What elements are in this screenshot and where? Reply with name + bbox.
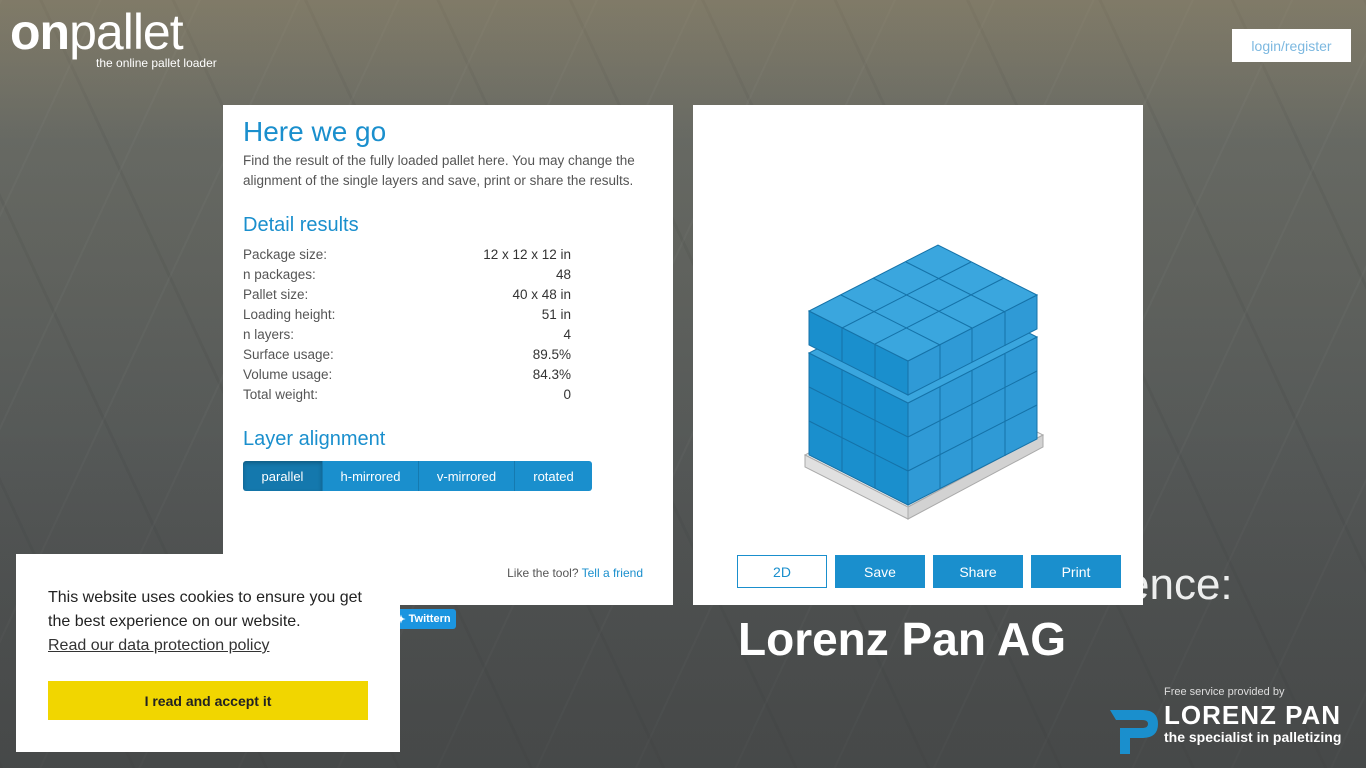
result-label: Loading height: [243,307,336,322]
result-value: 84.3% [532,367,571,382]
result-value: 0 [563,387,571,402]
site-logo[interactable]: onpallet the online pallet loader [10,4,217,70]
result-label: Pallet size: [243,287,309,302]
background-headline: Lorenz Pan AG [738,613,1066,665]
result-value: 12 x 12 x 12 in [483,247,571,262]
layer-alignment-heading: Layer alignment [243,428,386,450]
alignment-h-mirrored-button[interactable]: h-mirrored [323,461,419,491]
lorenz-pan-logo-icon [1110,710,1158,754]
logo-bold: on [10,4,70,60]
result-row: Total weight: 0 [243,385,571,405]
results-panel: Here we go Find the result of the fully … [223,105,673,605]
print-button[interactable]: Print [1031,555,1121,588]
result-label: n layers: [243,327,295,342]
alignment-parallel-button[interactable]: parallel [243,461,323,491]
share-prompt: Like the tool? Tell a friend [507,566,643,580]
save-button[interactable]: Save [835,555,925,588]
detail-results-heading: Detail results [243,214,359,236]
result-value: 51 in [541,307,571,322]
cookie-banner: This website uses cookies to ensure you … [16,554,400,752]
background-roof [0,0,1366,140]
data-protection-link[interactable]: Read our data protection policy [48,637,368,655]
result-label: Surface usage: [243,347,334,362]
cookie-accept-button[interactable]: I read and accept it [48,681,368,720]
detail-results-list: Package size: 12 x 12 x 12 in n packages:… [243,245,571,405]
result-value: 40 x 48 in [512,287,571,302]
share-button[interactable]: Share [933,555,1023,588]
result-value: 4 [563,327,571,342]
alignment-v-mirrored-button[interactable]: v-mirrored [419,461,515,491]
result-label: Package size: [243,247,328,262]
logo-tagline: the online pallet loader [96,56,217,70]
result-label: Volume usage: [243,367,333,382]
pallet-view-panel: 2D Save Share Print [693,105,1143,605]
result-value: 89.5% [532,347,571,362]
brand-name: LORENZ PAN [1164,700,1342,730]
tweet-button[interactable]: ✦ Twittern [391,609,456,629]
login-register-button[interactable]: login/register [1232,29,1351,62]
pallet-3d-view[interactable] [793,235,1053,525]
brand-provided-by: Free service provided by [1164,686,1285,698]
page-title: Here we go [243,116,387,147]
intro-text: Find the result of the fully loaded pall… [243,153,635,188]
tweet-label: Twittern [408,613,451,625]
action-buttons: 2D Save Share Print [737,555,1121,588]
brand-tagline: the specialist in palletizing [1164,729,1342,745]
result-row: Package size: 12 x 12 x 12 in [243,245,571,265]
tell-a-friend-link[interactable]: Tell a friend [582,566,643,580]
result-row: Pallet size: 40 x 48 in [243,285,571,305]
result-label: n packages: [243,267,316,282]
cookie-message: This website uses cookies to ensure you … [48,589,362,630]
result-value: 48 [555,267,571,282]
layer-alignment-toggle: parallel h-mirrored v-mirrored rotated [243,461,592,491]
result-label: Total weight: [243,387,319,402]
result-row: Loading height: 51 in [243,305,571,325]
result-row: n packages: 48 [243,265,571,285]
result-row: n layers: 4 [243,325,571,345]
view-2d-button[interactable]: 2D [737,555,827,588]
alignment-rotated-button[interactable]: rotated [515,461,592,491]
result-row: Surface usage: 89.5% [243,345,571,365]
share-prompt-text: Like the tool? [507,566,579,580]
result-row: Volume usage: 84.3% [243,365,571,385]
logo-light: pallet [69,4,184,60]
